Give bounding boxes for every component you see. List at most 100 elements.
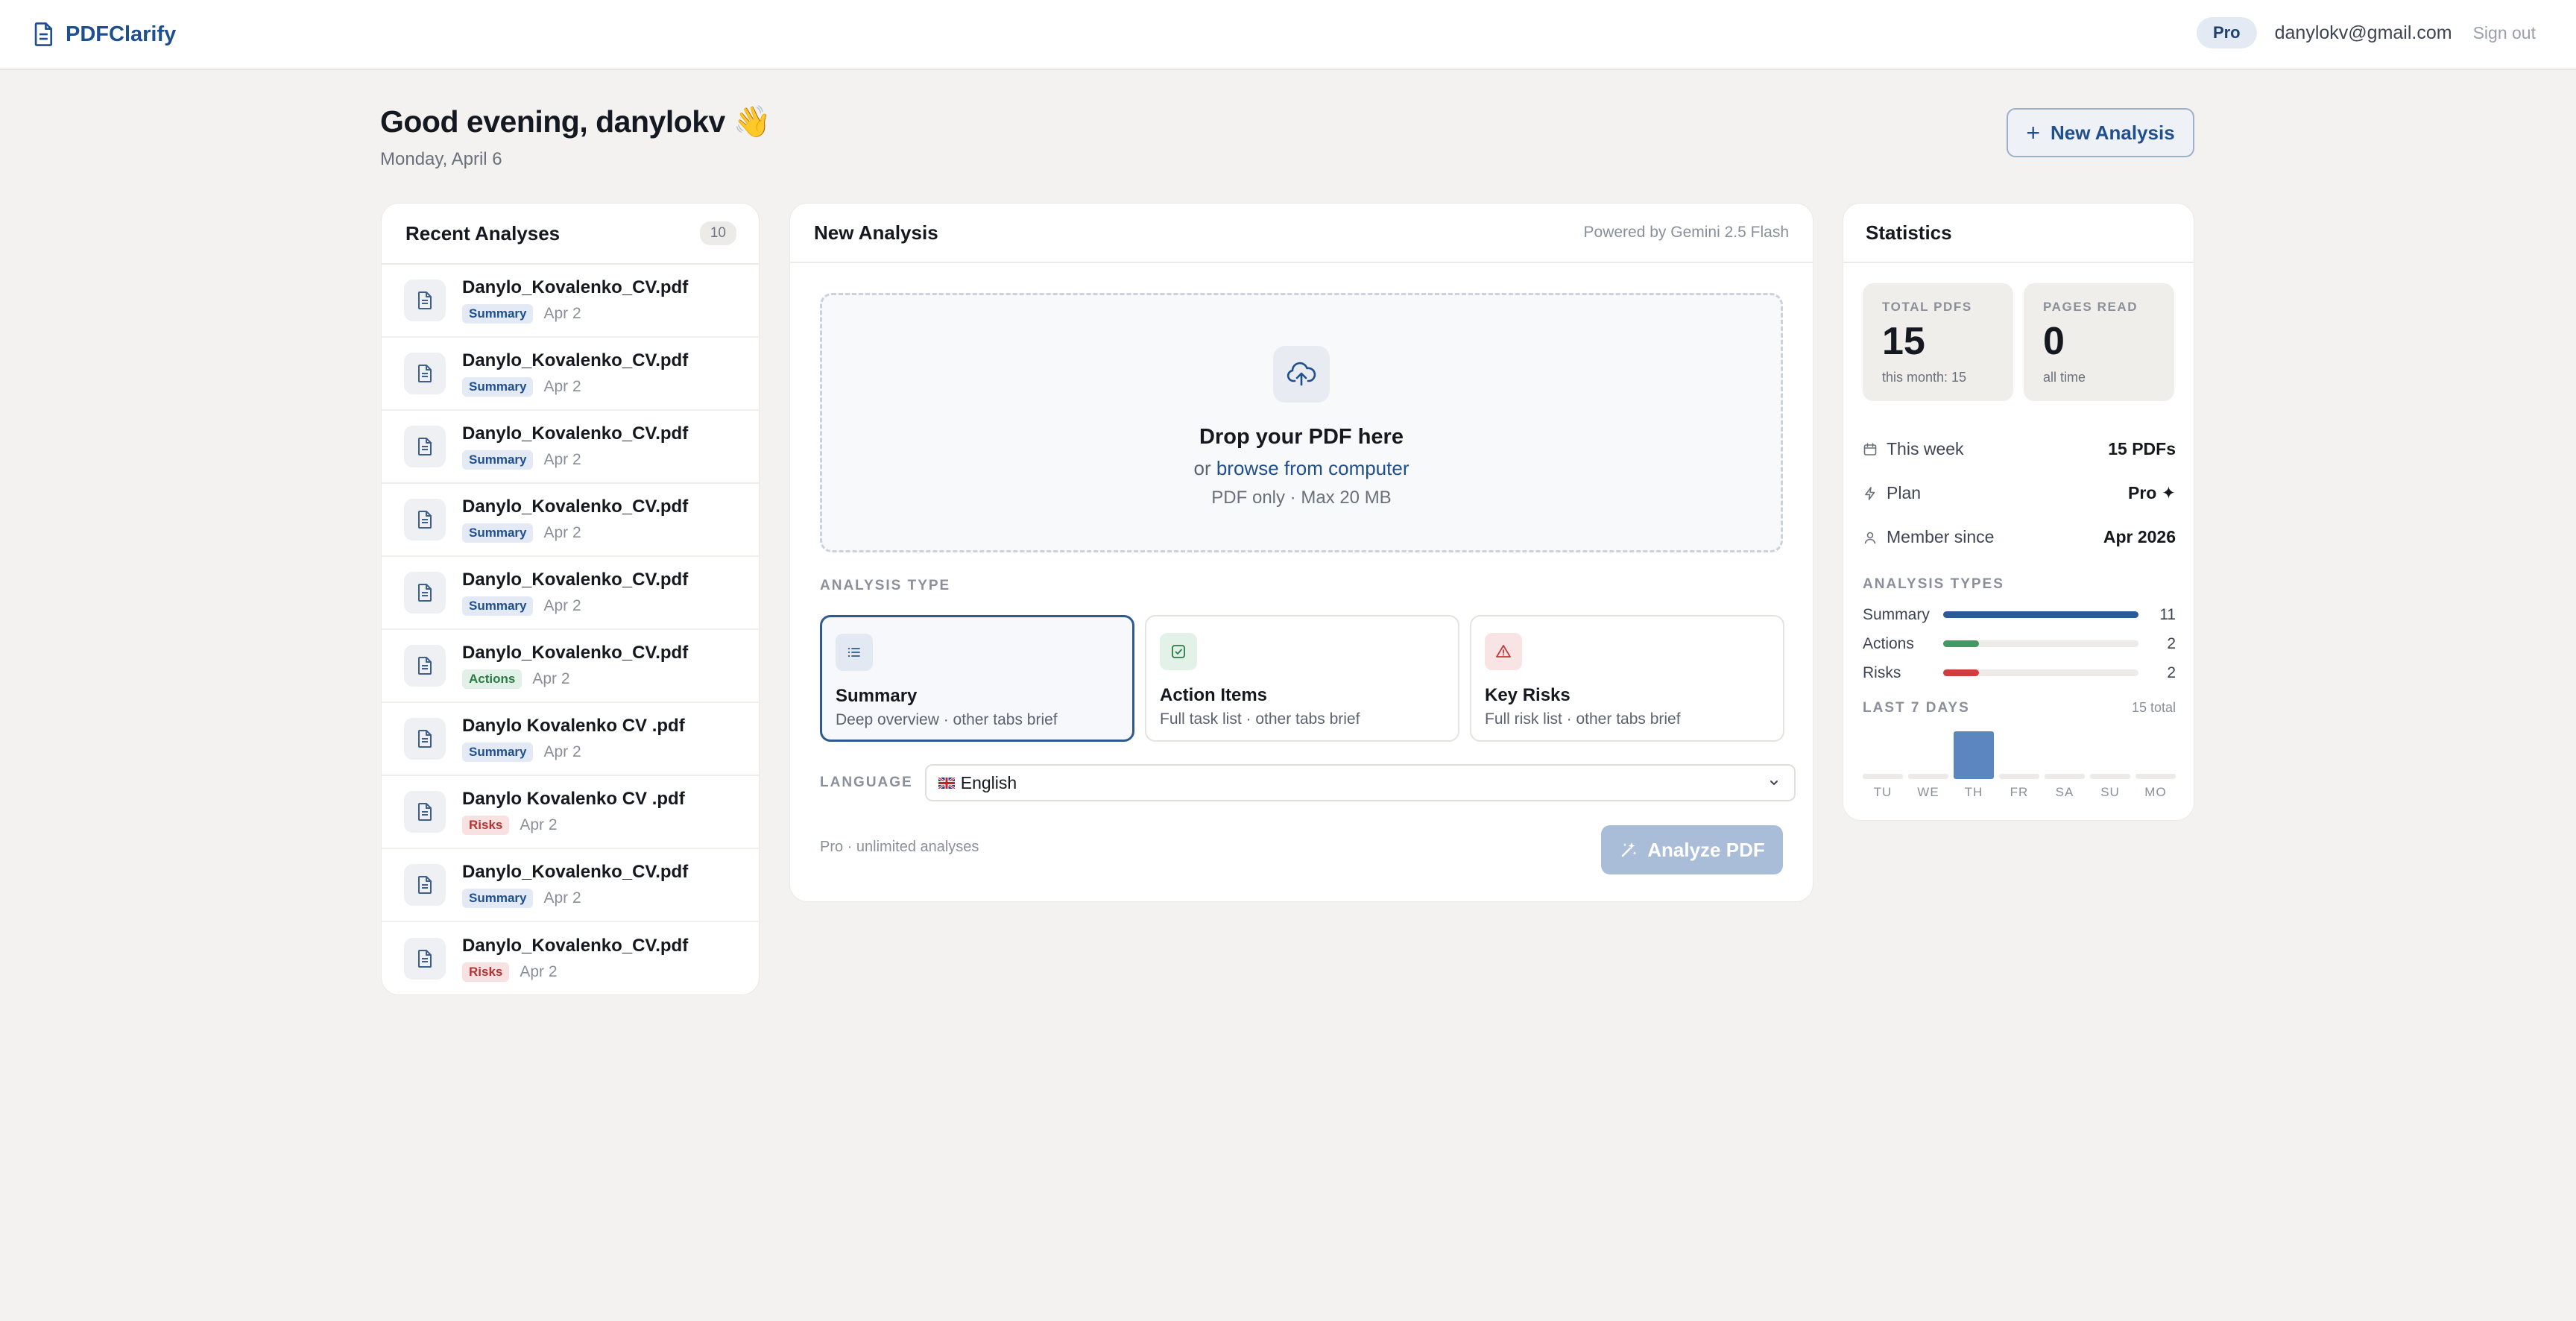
recent-item[interactable]: Danylo_Kovalenko_CV.pdf Summary Apr 2 [382,849,759,922]
stat-value: Pro ✦ [2127,483,2176,502]
file-icon [404,938,446,980]
day-column [1863,731,1903,779]
file-icon [404,718,446,760]
type-bar-label: Risks [1863,663,1901,681]
language-label: LANGUAGE [820,775,913,790]
recent-item-date: Apr 2 [543,451,581,468]
greeting: Good evening, danylokv 👋 Monday, April 6 [380,104,771,170]
recent-item-date: Apr 2 [543,743,581,760]
type-bar-track [1943,611,2138,618]
day-label: SA [2055,785,2074,799]
recent-item[interactable]: Danylo_Kovalenko_CV.pdf Actions Apr 2 [382,630,759,703]
stat-label: Member since [1887,527,1995,546]
analysis-tag: Risks [462,962,510,982]
analysis-type-desc: Full risk list · other tabs brief [1485,710,1681,728]
new-analysis-button[interactable]: + New Analysis [2007,108,2194,157]
analysis-tag: Summary [462,450,534,470]
recent-item-name: Danylo_Kovalenko_CV.pdf [462,277,689,297]
analysis-tag: Summary [462,596,534,616]
analysis-type-options: Summary Deep overview · other tabs brief A… [820,615,1784,742]
language-value: English [960,772,1017,792]
plan-badge: Pro [2196,17,2257,48]
type-bar-fill [1943,669,1979,676]
greeting-title: Good evening, danylokv 👋 [380,104,771,139]
stat-row-plan: Plan Pro ✦ [1863,471,2176,515]
dropzone-title: Drop your PDF here [1199,425,1404,449]
day-label: TU [1873,785,1892,799]
sparkle-icon [1622,842,1637,857]
chevron-down-icon [1770,781,1778,785]
day-bar [1863,774,1903,779]
day-bar [1908,774,1948,779]
type-bar-fill [1943,611,2138,618]
day-label: WE [1917,785,1939,799]
stat-row-this-week: This week 15 PDFs [1863,427,2176,471]
type-bar-count: 2 [2167,663,2176,681]
app-name: PDFClarify [66,22,177,46]
pages-read-label: PAGES READ [2043,300,2138,314]
recent-item[interactable]: Danylo Kovalenko CV .pdf Risks Apr 2 [382,776,759,849]
last-7-days-label: LAST 7 DAYS [1863,700,1970,716]
language-select[interactable]: English [924,764,1796,801]
recent-item[interactable]: Danylo_Kovalenko_CV.pdf Summary Apr 2 [382,265,759,338]
recent-item[interactable]: Danylo_Kovalenko_CV.pdf Summary Apr 2 [382,557,759,630]
new-analysis-label: New Analysis [2051,121,2175,144]
type-bar-count: 2 [2167,634,2176,652]
brand-logo[interactable]: PDFClarify [33,19,176,49]
recent-item-name: Danylo_Kovalenko_CV.pdf [462,643,689,663]
type-bar-row: Risks 2 [1863,658,2176,687]
stat-label: Plan [1887,483,1922,502]
new-analysis-title: New Analysis [814,221,938,244]
analysis-type-name: Action Items [1160,685,1268,705]
analysis-tag: Risks [462,816,510,835]
analysis-types-bars: Summary 11 Actions 2 Risks 2 [1863,600,2176,687]
analysis-tag: Summary [462,304,534,324]
user-email: danylokv@gmail.com [2274,22,2452,43]
recent-item[interactable]: Danylo_Kovalenko_CV.pdf Summary Apr 2 [382,484,759,557]
analysis-type-action-items[interactable]: Action Items Full task list · other tabs … [1145,615,1459,742]
pages-read-sub: all time [2043,370,2086,385]
recent-item-date: Apr 2 [543,378,581,395]
file-icon [404,645,446,687]
analysis-type-key-risks[interactable]: Key Risks Full risk list · other tabs bri… [1470,615,1784,742]
recent-item-date: Apr 2 [543,889,581,907]
recent-item[interactable]: Danylo_Kovalenko_CV.pdf Summary Apr 2 [382,411,759,484]
recent-item[interactable]: Danylo Kovalenko CV .pdf Summary Apr 2 [382,703,759,776]
analyze-pdf-button[interactable]: Analyze PDF [1601,825,1783,874]
list-icon [836,634,873,671]
sign-out-link[interactable]: Sign out [2473,23,2536,43]
recent-item-name: Danylo Kovalenko CV .pdf [462,716,685,736]
analysis-type-summary[interactable]: Summary Deep overview · other tabs brief [820,615,1134,742]
recent-item[interactable]: Danylo_Kovalenko_CV.pdf Summary Apr 2 [382,338,759,411]
day-bar [2090,774,2130,779]
day-label: MO [2144,785,2167,799]
browse-link[interactable]: browse from computer [1216,457,1409,479]
stat-row-member-since: Member since Apr 2026 [1863,515,2176,559]
analysis-type-desc: Full task list · other tabs brief [1160,710,1360,728]
stat-value: 15 PDFs [2108,439,2176,458]
day-column [2090,731,2130,779]
analysis-tag: Summary [462,523,534,543]
day-label: TH [1964,785,1983,799]
type-bar-label: Actions [1863,634,1914,652]
recent-item[interactable]: Danylo_Kovalenko_CV.pdf Risks Apr 2 [382,922,759,994]
warning-icon [1485,633,1522,670]
day-column [1908,731,1948,779]
analysis-type-label: ANALYSIS TYPE [820,578,951,593]
analysis-tag: Summary [462,889,534,908]
recent-analyses-title: Recent Analyses [405,221,561,245]
user-icon [1864,532,1876,543]
recent-item-name: Danylo_Kovalenko_CV.pdf [462,862,689,882]
pdf-dropzone[interactable]: Drop your PDF here or browse from comput… [820,293,1783,552]
day-label: SU [2100,785,2120,799]
recent-item-name: Danylo_Kovalenko_CV.pdf [462,570,689,590]
recent-item-date: Apr 2 [543,305,581,322]
type-bar-row: Actions 2 [1863,629,2176,658]
statistics-panel: Statistics TOTAL PDFS 15 this month: 15 … [1843,203,2194,821]
file-icon [404,791,446,833]
greeting-date: Monday, April 6 [380,149,502,169]
day-bar [1954,731,1994,779]
analyze-pdf-label: Analyze PDF [1647,838,1765,861]
recent-analyses-panel: Recent Analyses 10 Danylo_Kovalenko_CV.p… [381,203,760,995]
recent-item-date: Apr 2 [543,597,581,614]
